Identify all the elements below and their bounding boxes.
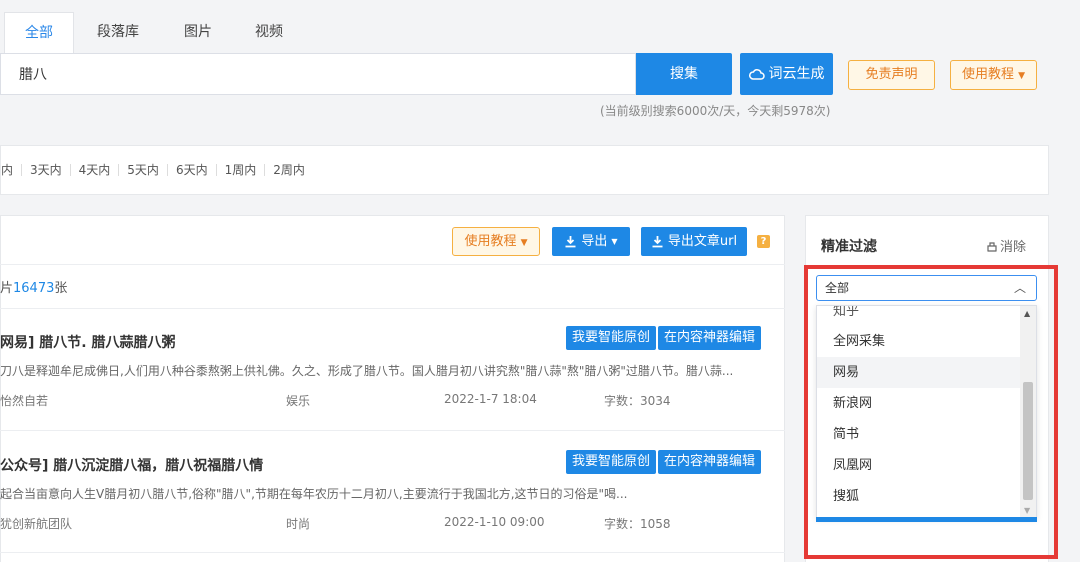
toolbar-tutorial-label: 使用教程 xyxy=(464,234,517,249)
divider xyxy=(0,552,785,553)
disclaimer-button[interactable]: 免责声明 xyxy=(848,60,935,90)
time-filter-item[interactable]: 6天内 xyxy=(168,164,217,176)
result-description: 刀八是释迦牟尼成佛日,人们用八种谷黍熬粥上供礼佛。久之、形成了腊八节。国人腊月初… xyxy=(0,364,734,378)
result-category: 时尚 xyxy=(286,517,311,531)
result-count-number: 16473 xyxy=(13,281,55,296)
result-category: 娱乐 xyxy=(286,394,311,408)
export-label: 导出 xyxy=(581,234,608,249)
divider xyxy=(0,430,785,431)
result-word-count: 字数：1058 xyxy=(604,517,671,531)
smart-original-button[interactable]: 我要智能原创 xyxy=(566,450,657,474)
caret-down-icon: ▼ xyxy=(1018,71,1026,81)
time-filter-item[interactable]: 3天内 xyxy=(22,164,71,176)
wordcloud-button[interactable]: 词云生成 xyxy=(740,53,833,95)
result-date: 2022-1-10 09:00 xyxy=(444,515,545,529)
tab-videos[interactable]: 视频 xyxy=(237,12,301,54)
divider xyxy=(0,264,785,265)
edit-in-tool-button[interactable]: 在内容神器编辑 xyxy=(658,450,762,474)
search-box xyxy=(0,53,636,95)
result-description: 起合当亩意向人生V腊月初八腊八节,俗称"腊八",节期在每年农历十二月初八,主要流… xyxy=(0,487,628,501)
time-filter-item[interactable]: 4天内 xyxy=(71,164,120,176)
toolbar-tutorial-button[interactable]: 使用教程 ▼ xyxy=(452,227,540,256)
result-word-count: 字数：3034 xyxy=(604,394,671,408)
result-count-suffix: 张 xyxy=(54,281,68,296)
caret-down-icon: ▼ xyxy=(520,238,528,248)
highlight-box xyxy=(804,265,1058,559)
export-url-label: 导出文章url xyxy=(667,234,738,249)
result-count-prefix: 片 xyxy=(0,281,14,296)
clear-button[interactable]: 消除 xyxy=(986,236,1026,255)
time-filter-item[interactable]: 1周内 xyxy=(217,164,266,176)
results-panel xyxy=(0,215,785,562)
tutorial-button[interactable]: 使用教程 ▼ xyxy=(950,60,1037,90)
search-input[interactable] xyxy=(1,54,635,94)
caret-down-icon: ▼ xyxy=(611,237,618,246)
export-button[interactable]: 导出 ▼ xyxy=(552,227,630,256)
time-filter-item[interactable]: 5天内 xyxy=(119,164,168,176)
tutorial-label: 使用教程 xyxy=(961,67,1014,82)
cloud-icon xyxy=(748,69,765,80)
time-filter-row: 内 3天内 4天内 5天内 6天内 1周内 2周内 xyxy=(0,145,1049,195)
smart-original-button[interactable]: 我要智能原创 xyxy=(566,326,657,350)
tab-all[interactable]: 全部 xyxy=(4,12,74,54)
help-icon[interactable]: ? xyxy=(757,235,770,248)
result-title[interactable]: 网易] 腊八节. 腊八蒜腊八粥 xyxy=(0,332,175,352)
time-filter-item[interactable]: 内 xyxy=(1,164,23,176)
wordcloud-label: 词云生成 xyxy=(768,66,825,82)
result-author: 犹创新航团队 xyxy=(0,517,73,531)
filter-title: 精准过滤 xyxy=(821,239,877,255)
clear-label: 消除 xyxy=(1000,240,1027,255)
tab-images[interactable]: 图片 xyxy=(166,12,230,54)
download-icon xyxy=(565,236,576,248)
eraser-icon xyxy=(987,241,997,252)
export-url-button[interactable]: 导出文章url xyxy=(641,227,747,256)
result-date: 2022-1-7 18:04 xyxy=(444,392,537,406)
result-title[interactable]: 公众号] 腊八沉淀腊八福，腊八祝福腊八情 xyxy=(0,455,263,475)
tab-paragraphs[interactable]: 段落库 xyxy=(79,12,157,54)
edit-in-tool-button[interactable]: 在内容神器编辑 xyxy=(658,326,762,350)
time-filter-item[interactable]: 2周内 xyxy=(265,164,313,176)
quota-text: (当前级别搜索6000次/天，今天剩5978次) xyxy=(600,104,831,118)
search-button[interactable]: 搜集 xyxy=(636,53,732,95)
download-icon xyxy=(652,236,663,248)
result-author: 怡然自若 xyxy=(0,394,49,408)
result-count: 片16473张 xyxy=(0,277,67,296)
divider xyxy=(0,308,785,309)
